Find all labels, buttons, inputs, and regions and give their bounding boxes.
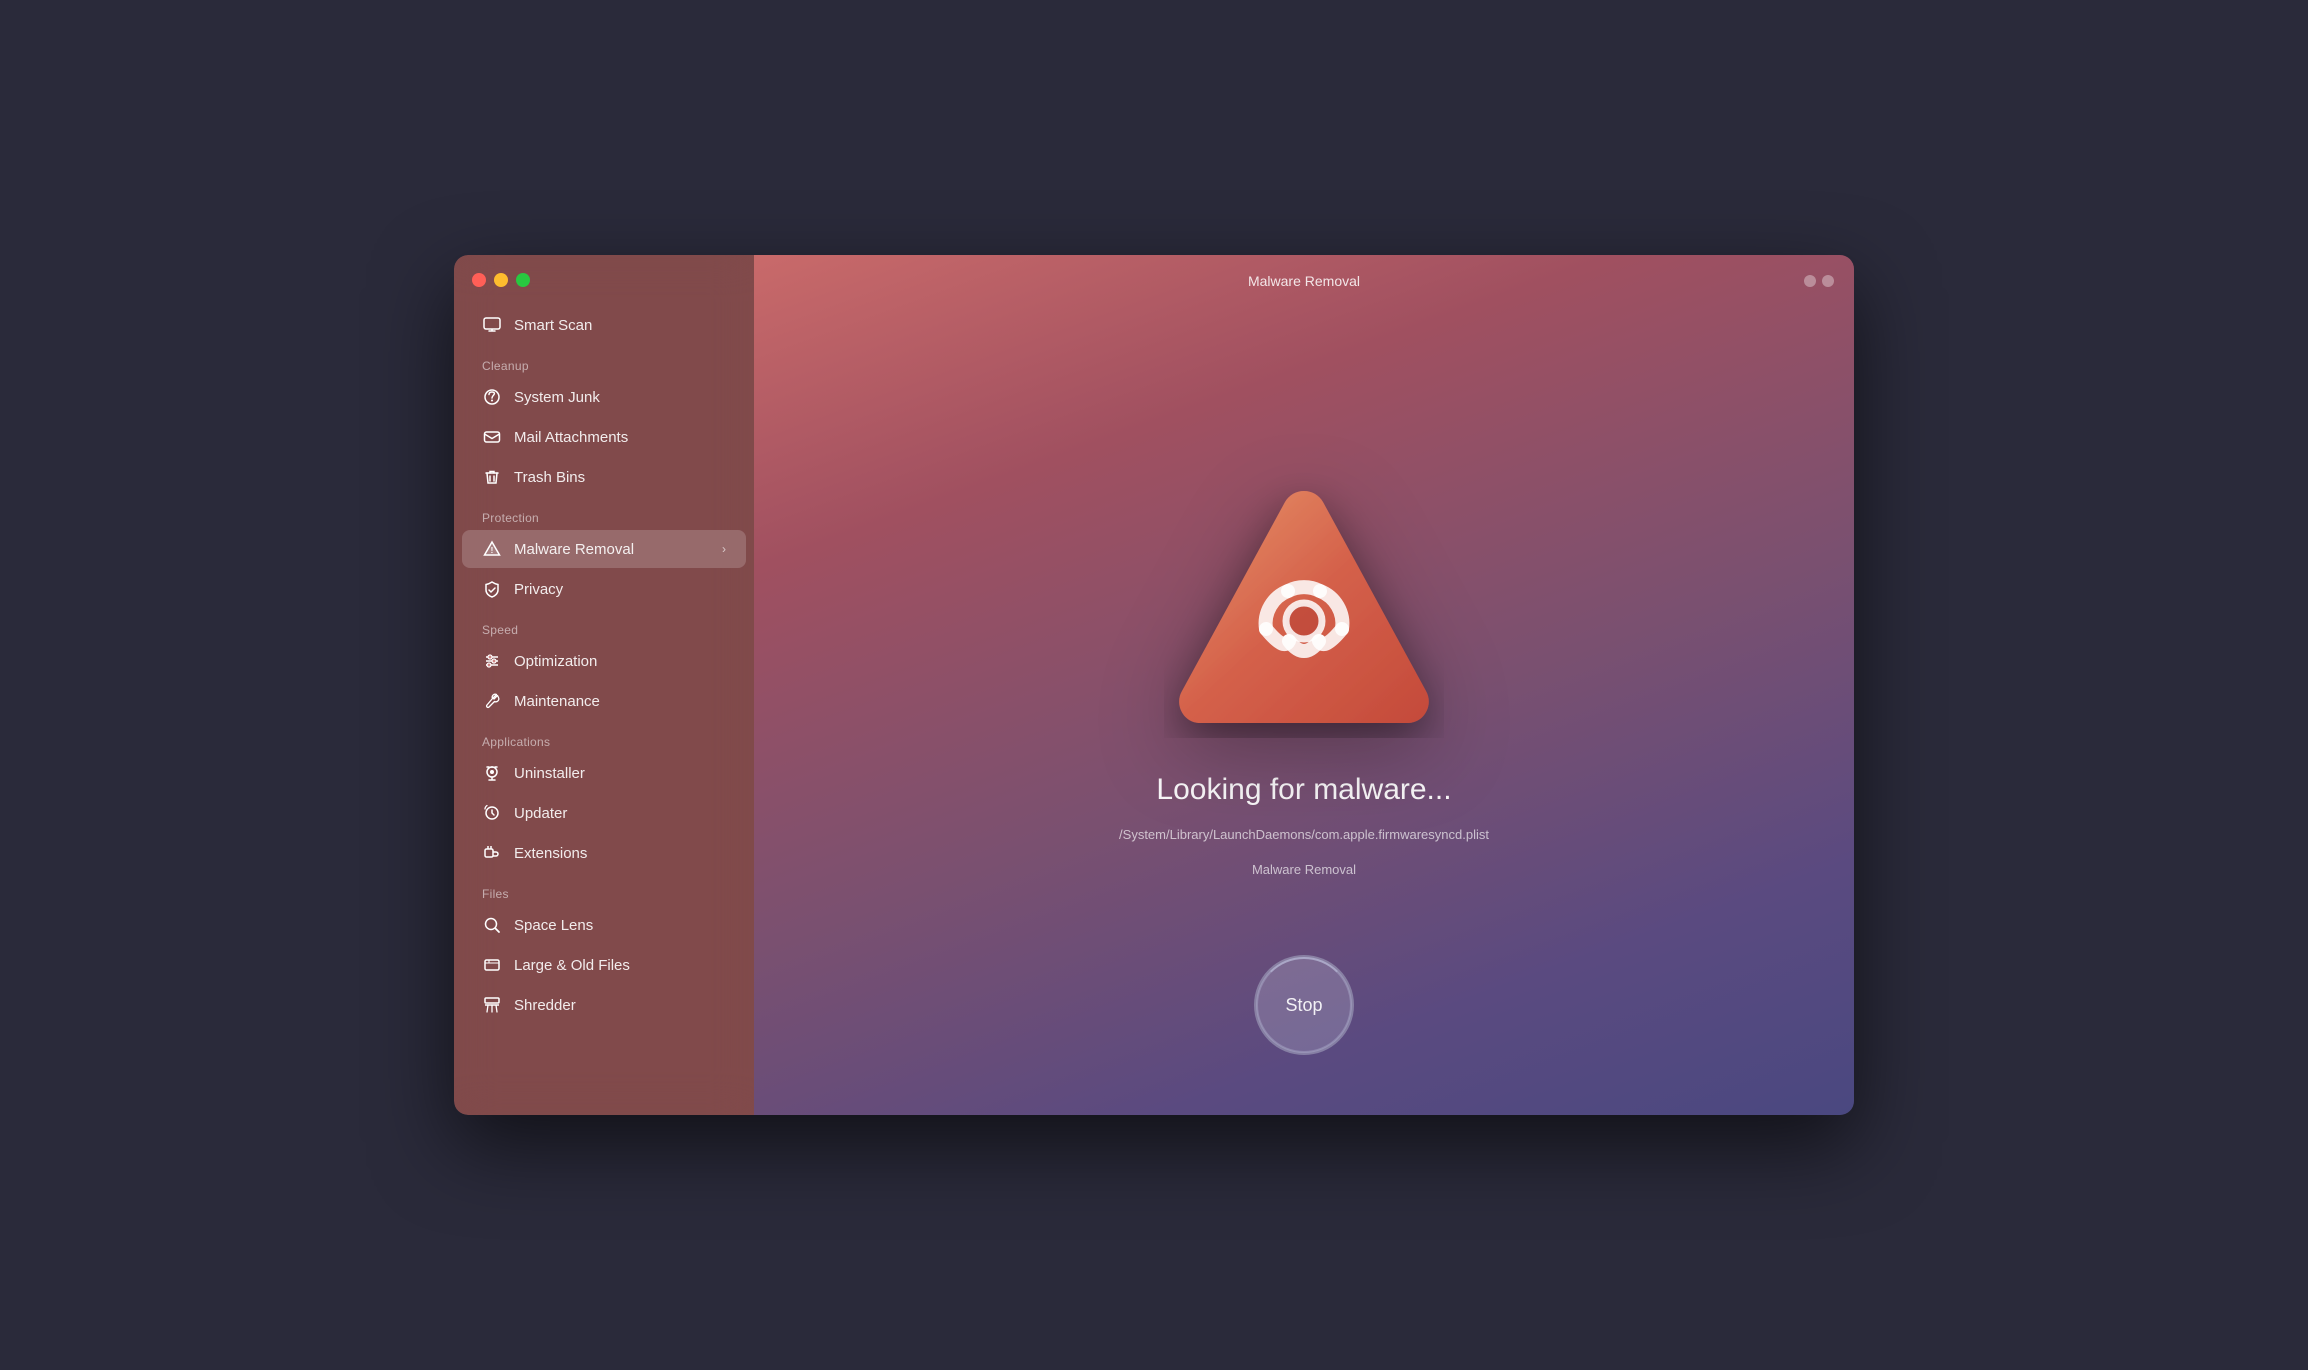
window-title: Malware Removal xyxy=(1248,273,1360,289)
sidebar-item-maintenance[interactable]: Maintenance xyxy=(462,682,746,720)
title-bar-controls xyxy=(1804,275,1834,287)
close-button[interactable] xyxy=(472,273,486,287)
smart-scan-label: Smart Scan xyxy=(514,317,592,334)
space-lens-label: Space Lens xyxy=(514,917,593,934)
sidebar-item-updater[interactable]: Updater xyxy=(462,794,746,832)
sidebar-item-smart-scan[interactable]: Smart Scan xyxy=(462,306,746,344)
malware-icon: ! xyxy=(482,539,502,559)
svg-text:!: ! xyxy=(491,546,494,555)
stop-button[interactable]: Stop xyxy=(1254,955,1354,1055)
sidebar-item-large-old-files[interactable]: Large & Old Files xyxy=(462,946,746,984)
sidebar-item-privacy[interactable]: Privacy xyxy=(462,570,746,608)
title-bar-dot-2 xyxy=(1822,275,1834,287)
minimize-button[interactable] xyxy=(494,273,508,287)
protection-section-label: Protection xyxy=(454,497,754,529)
sidebar-item-uninstaller[interactable]: Uninstaller xyxy=(462,754,746,792)
updater-label: Updater xyxy=(514,805,567,822)
malware-triangle xyxy=(1164,468,1444,738)
monitor-icon xyxy=(482,315,502,335)
file-path-text: /System/Library/LaunchDaemons/com.apple.… xyxy=(1119,827,1489,842)
optimization-icon xyxy=(482,651,502,671)
stop-button-container: Stop xyxy=(1254,955,1354,1055)
trash-icon xyxy=(482,467,502,487)
status-text: Looking for malware... xyxy=(1156,773,1451,807)
center-content: Looking for malware... /System/Library/L… xyxy=(1119,453,1489,877)
large-files-icon xyxy=(482,955,502,975)
speed-section-label: Speed xyxy=(454,609,754,641)
chevron-right-icon: › xyxy=(722,542,726,556)
sidebar-item-optimization[interactable]: Optimization xyxy=(462,642,746,680)
sidebar-item-trash-bins[interactable]: Trash Bins xyxy=(462,458,746,496)
system-junk-icon xyxy=(482,387,502,407)
uninstaller-label: Uninstaller xyxy=(514,765,585,782)
main-content: Malware Removal xyxy=(754,255,1854,1115)
traffic-lights xyxy=(472,273,530,287)
system-junk-label: System Junk xyxy=(514,389,600,406)
extensions-label: Extensions xyxy=(514,845,587,862)
title-bar: Malware Removal xyxy=(754,255,1854,307)
maintenance-label: Maintenance xyxy=(514,693,600,710)
malware-removal-label: Malware Removal xyxy=(514,541,634,558)
sidebar-item-mail-attachments[interactable]: Mail Attachments xyxy=(462,418,746,456)
stop-button-label: Stop xyxy=(1285,995,1322,1016)
sidebar-item-extensions[interactable]: Extensions xyxy=(462,834,746,872)
privacy-label: Privacy xyxy=(514,581,563,598)
sidebar-item-malware-removal[interactable]: ! Malware Removal › xyxy=(462,530,746,568)
sidebar: Smart Scan Cleanup System Junk Mail A xyxy=(454,255,754,1115)
shredder-label: Shredder xyxy=(514,997,576,1014)
sub-label-text: Malware Removal xyxy=(1252,862,1356,877)
optimization-label: Optimization xyxy=(514,653,597,670)
privacy-icon xyxy=(482,579,502,599)
title-bar-dot-1 xyxy=(1804,275,1816,287)
malware-icon-container xyxy=(1154,453,1454,753)
shredder-icon xyxy=(482,995,502,1015)
sidebar-item-shredder[interactable]: Shredder xyxy=(462,986,746,1024)
mail-icon xyxy=(482,427,502,447)
trash-bins-label: Trash Bins xyxy=(514,469,585,486)
extensions-icon xyxy=(482,843,502,863)
maintenance-icon xyxy=(482,691,502,711)
cleanup-section-label: Cleanup xyxy=(454,345,754,377)
large-old-files-label: Large & Old Files xyxy=(514,957,630,974)
space-lens-icon xyxy=(482,915,502,935)
sidebar-item-space-lens[interactable]: Space Lens xyxy=(462,906,746,944)
app-window: Smart Scan Cleanup System Junk Mail A xyxy=(454,255,1854,1115)
mail-attachments-label: Mail Attachments xyxy=(514,429,628,446)
applications-section-label: Applications xyxy=(454,721,754,753)
sidebar-item-system-junk[interactable]: System Junk xyxy=(462,378,746,416)
maximize-button[interactable] xyxy=(516,273,530,287)
uninstaller-icon xyxy=(482,763,502,783)
files-section-label: Files xyxy=(454,873,754,905)
updater-icon xyxy=(482,803,502,823)
